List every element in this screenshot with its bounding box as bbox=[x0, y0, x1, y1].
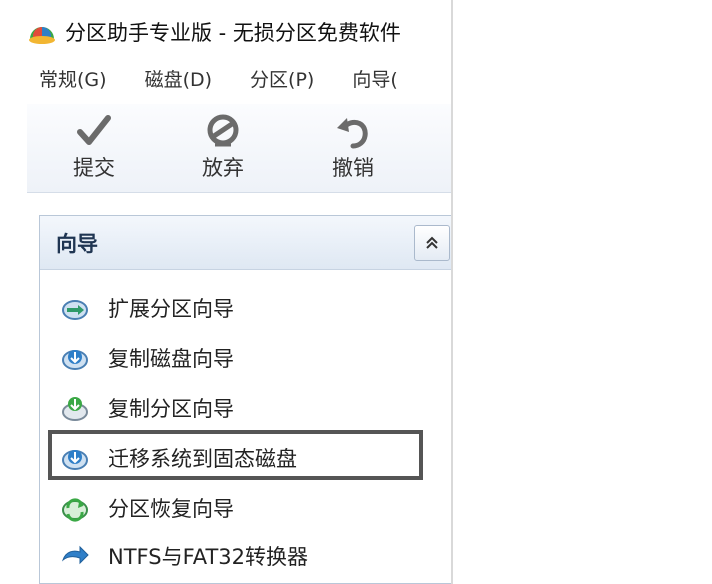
window-edge bbox=[451, 0, 453, 584]
title-bar: 分区助手专业版 - 无损分区免费软件 bbox=[27, 12, 452, 52]
wizard-panel: 向导 扩展分区向导 复制磁盘向导 复制分区向导 迁移系统到固态磁盘 分区恢复向导… bbox=[39, 215, 452, 584]
menu-general[interactable]: 常规(G) bbox=[39, 65, 107, 92]
menu-disk[interactable]: 磁盘(D) bbox=[145, 65, 212, 92]
menu-wizard[interactable]: 向导( bbox=[352, 65, 397, 92]
wizard-item-label: 扩展分区向导 bbox=[108, 297, 234, 321]
discard-icon bbox=[207, 114, 239, 147]
wizard-item-label: 复制磁盘向导 bbox=[108, 347, 234, 371]
discard-label: 放弃 bbox=[202, 156, 244, 180]
double-chevron-up-icon bbox=[426, 236, 438, 249]
wizard-item-label: 复制分区向导 bbox=[108, 397, 234, 421]
extend-partition-icon bbox=[62, 300, 88, 320]
discard-button[interactable]: 放弃 bbox=[188, 112, 258, 188]
menu-bar: 常规(G) 磁盘(D) 分区(P) 向导( bbox=[27, 58, 452, 98]
toolbar: 提交 放弃 撤销 bbox=[27, 104, 452, 193]
undo-icon bbox=[337, 118, 368, 149]
wizard-item-ntfs-fat32-converter[interactable]: NTFS与FAT32转换器 bbox=[60, 536, 308, 576]
commit-label: 提交 bbox=[73, 156, 115, 180]
app-logo-icon bbox=[29, 26, 55, 44]
wizard-item-label: NTFS与FAT32转换器 bbox=[108, 545, 309, 569]
wizard-item-extend-partition[interactable]: 扩展分区向导 bbox=[60, 288, 234, 328]
window-title: 分区助手专业版 - 无损分区免费软件 bbox=[65, 21, 401, 45]
partition-recovery-icon bbox=[62, 498, 88, 522]
copy-disk-icon bbox=[62, 350, 88, 370]
ntfs-fat32-converter-icon bbox=[61, 545, 89, 565]
app-window: 分区助手专业版 - 无损分区免费软件 常规(G) 磁盘(D) 分区(P) 向导(… bbox=[27, 0, 452, 584]
wizard-item-label: 分区恢复向导 bbox=[108, 497, 234, 521]
wizard-item-partition-recovery[interactable]: 分区恢复向导 bbox=[60, 488, 234, 528]
wizard-panel-title: 向导 bbox=[56, 231, 98, 256]
undo-button[interactable]: 撤销 bbox=[318, 112, 388, 188]
copy-partition-icon bbox=[62, 397, 88, 421]
collapse-button[interactable] bbox=[414, 224, 450, 261]
wizard-item-copy-partition[interactable]: 复制分区向导 bbox=[60, 388, 234, 428]
migrate-os-ssd-icon bbox=[62, 450, 88, 470]
commit-button[interactable]: 提交 bbox=[59, 112, 129, 188]
undo-label: 撤销 bbox=[332, 156, 374, 180]
checkmark-icon bbox=[77, 115, 111, 145]
wizard-panel-header: 向导 bbox=[40, 216, 452, 270]
menu-partition[interactable]: 分区(P) bbox=[250, 65, 314, 92]
wizard-item-label: 迁移系统到固态磁盘 bbox=[108, 447, 297, 471]
wizard-item-migrate-os-ssd[interactable]: 迁移系统到固态磁盘 bbox=[60, 438, 297, 478]
wizard-item-copy-disk[interactable]: 复制磁盘向导 bbox=[60, 338, 234, 378]
